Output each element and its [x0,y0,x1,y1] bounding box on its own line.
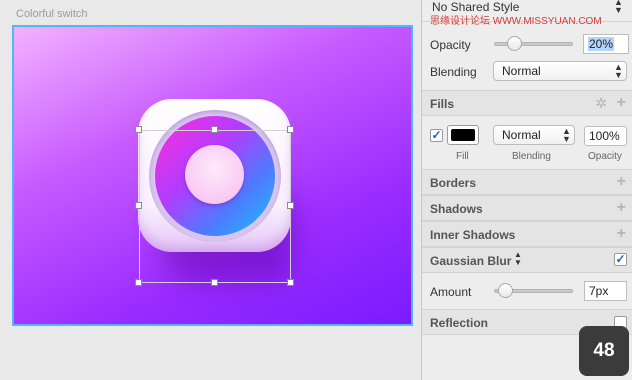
fill-caption: Fill [456,151,469,162]
resize-handle-b[interactable] [211,279,218,286]
resize-handle-bl[interactable] [135,279,142,286]
resize-handle-br[interactable] [287,279,294,286]
resize-handle-tr[interactable] [287,126,294,133]
fill-color-swatch [451,129,475,141]
gear-icon[interactable]: ✲ [595,95,607,111]
resize-handle-r[interactable] [287,202,294,209]
fill-color-well[interactable] [447,125,479,145]
inner-shadows-section-header[interactable]: Inner Shadows + [422,221,632,247]
fill-enabled-checkbox[interactable]: ✓ [430,129,443,142]
add-inner-shadow-icon[interactable]: + [617,226,626,242]
shadows-section-header[interactable]: Shadows + [422,195,632,221]
inner-shadows-title: Inner Shadows [430,228,516,242]
blending-select[interactable]: Normal ▲ ▼ [493,61,627,81]
borders-title: Borders [430,176,477,190]
shadows-title: Shadows [430,202,483,216]
canvas-area[interactable]: Colorful switch [0,0,421,380]
opacity-slider-thumb[interactable] [506,36,522,51]
resize-handle-t[interactable] [211,126,218,133]
blur-type-arrows-icon[interactable]: ▲ ▼ [514,251,522,267]
gaussian-blur-title: Gaussian Blur [430,254,512,268]
switch-knob[interactable] [185,145,244,204]
add-fill-icon[interactable]: + [617,95,626,111]
fills-section-header[interactable]: Fills ✲ + [422,90,632,116]
artboard-title[interactable]: Colorful switch [16,8,88,20]
borders-section-header[interactable]: Borders + [422,169,632,195]
opacity-caption: Opacity [588,151,622,162]
fill-blend-value: Normal [502,128,541,142]
blending-label: Blending [430,65,477,79]
blending-value: Normal [502,64,541,78]
artboard[interactable] [12,25,413,326]
gaussian-blur-checkbox[interactable]: ✓ [614,253,627,266]
fill-blend-select[interactable]: Normal ▲ ▼ [493,125,575,145]
resize-handle-l[interactable] [135,202,142,209]
resize-handle-tl[interactable] [135,126,142,133]
watermark-text: 思缘设计论坛 WWW.MISSYUAN.COM [430,16,602,27]
opacity-field[interactable]: 20% [583,34,629,54]
fill-opacity-value: 100% [589,129,620,143]
add-border-icon[interactable]: + [617,174,626,190]
opacity-label: Opacity [430,38,471,52]
page-number-badge: 48 [579,326,629,376]
opacity-slider-track[interactable] [494,42,573,46]
fill-opacity-field[interactable]: 100% [584,126,627,146]
add-shadow-icon[interactable]: + [617,200,626,216]
select-arrows-icon: ▲ ▼ [614,62,623,80]
inspector-panel: No Shared Style ▲ ▼ Opacity 20% Blending … [421,0,632,380]
select-arrows-icon: ▲ ▼ [562,126,571,144]
opacity-value: 20% [588,37,615,51]
gaussian-blur-section-header[interactable]: Gaussian Blur ▲ ▼ ✓ [422,247,632,273]
blending-caption: Blending [512,151,551,162]
amount-slider-thumb[interactable] [498,283,514,298]
amount-field[interactable]: 7px [584,281,627,301]
shared-style-arrows-icon: ▲ ▼ [614,0,623,15]
amount-label: Amount [430,285,472,299]
fills-title: Fills [430,97,455,111]
amount-value: 7px [589,284,609,298]
reflection-title: Reflection [430,316,489,330]
